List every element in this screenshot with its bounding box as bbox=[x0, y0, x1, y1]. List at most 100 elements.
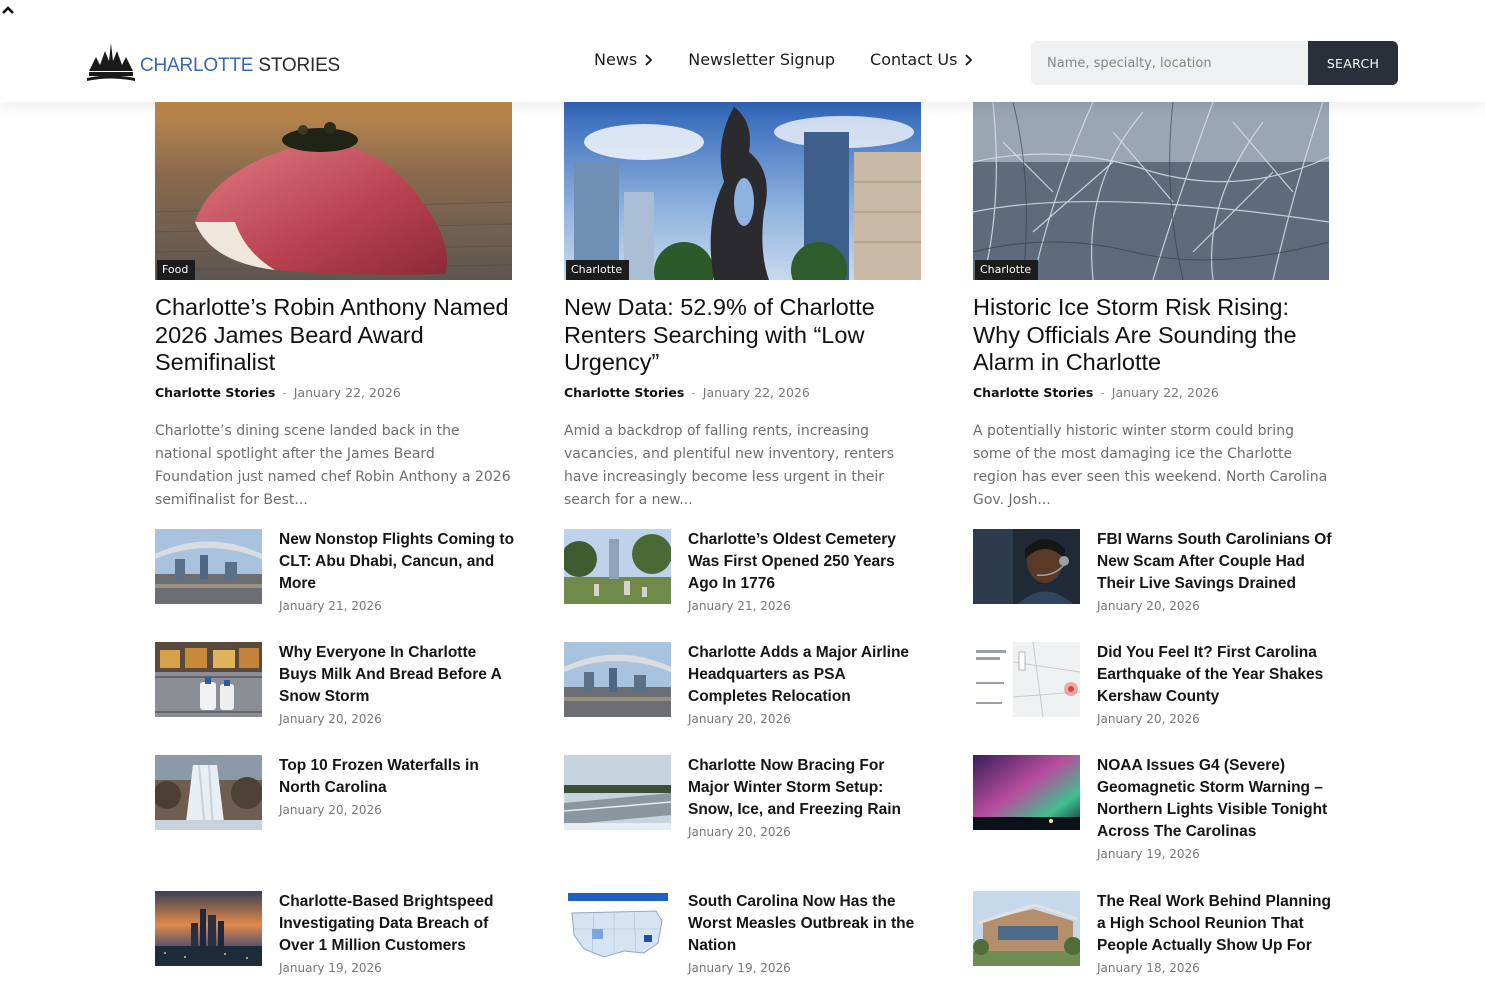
item-date: January 20, 2026 bbox=[1097, 599, 1200, 613]
item-thumbnail[interactable] bbox=[973, 529, 1080, 604]
item-body: South Carolina Now Has the Worst Measles… bbox=[688, 891, 924, 975]
feature-image[interactable]: Food bbox=[155, 102, 512, 280]
school-building-photo bbox=[973, 891, 1080, 966]
item-body: The Real Work Behind Planning a High Sch… bbox=[1097, 891, 1333, 975]
meta-separator: - bbox=[691, 384, 696, 400]
item-body: New Nonstop Flights Coming to CLT: Abu D… bbox=[279, 529, 515, 613]
crown-icon bbox=[87, 43, 135, 81]
feature-excerpt: Amid a backdrop of falling rents, increa… bbox=[564, 422, 894, 508]
item-date: January 21, 2026 bbox=[279, 599, 382, 613]
city-sunset-photo bbox=[155, 891, 262, 966]
nav-item-contact-us[interactable]: Contact Us bbox=[870, 50, 973, 69]
airport-photo bbox=[155, 529, 262, 604]
nav-item-newsletter-signup[interactable]: Newsletter Signup bbox=[688, 50, 835, 69]
item-date: January 19, 2026 bbox=[688, 961, 791, 975]
item-title[interactable]: Top 10 Frozen Waterfalls in North Caroli… bbox=[279, 755, 515, 799]
item-date: January 20, 2026 bbox=[1097, 712, 1200, 726]
item-thumbnail[interactable] bbox=[155, 891, 262, 966]
item-date: January 19, 2026 bbox=[1097, 847, 1200, 861]
item-date: January 20, 2026 bbox=[279, 712, 382, 726]
item-title[interactable]: Charlotte’s Oldest Cemetery Was First Op… bbox=[688, 529, 924, 595]
feature-card[interactable]: Food Charlotte’s Robin Anthony Named 202… bbox=[155, 102, 512, 512]
nav-item-label: News bbox=[594, 50, 638, 69]
item-thumbnail[interactable] bbox=[564, 529, 671, 604]
post-date: January 22, 2026 bbox=[1111, 384, 1219, 400]
item-thumbnail[interactable] bbox=[564, 755, 671, 830]
item-date: January 21, 2026 bbox=[688, 599, 791, 613]
item-body: Charlotte-Based Brightspeed Investigatin… bbox=[279, 891, 515, 975]
feature-image[interactable]: Charlotte bbox=[973, 102, 1330, 280]
item-title[interactable]: South Carolina Now Has the Worst Measles… bbox=[688, 891, 924, 957]
item-thumbnail[interactable] bbox=[564, 642, 671, 717]
item-title[interactable]: New Nonstop Flights Coming to CLT: Abu D… bbox=[279, 529, 515, 595]
item-thumbnail[interactable] bbox=[973, 755, 1080, 830]
feature-title[interactable]: Charlotte’s Robin Anthony Named 2026 Jam… bbox=[155, 294, 512, 377]
feature-card[interactable]: Charlotte Historic Ice Storm Risk Rising… bbox=[973, 102, 1330, 512]
item-thumbnail[interactable] bbox=[973, 891, 1080, 966]
item-thumbnail[interactable] bbox=[564, 891, 671, 966]
nav-item-label: Contact Us bbox=[870, 50, 958, 69]
post-meta: Charlotte Stories - January 22, 2026 bbox=[973, 385, 1330, 400]
snowy-highway-photo bbox=[564, 755, 671, 830]
feature-title[interactable]: New Data: 52.9% of Charlotte Renters Sea… bbox=[564, 294, 921, 377]
category-badge[interactable]: Charlotte bbox=[566, 260, 630, 280]
call-center-photo bbox=[973, 529, 1080, 604]
logo-word-charlotte: CHARLOTTE bbox=[140, 55, 254, 76]
search-input[interactable] bbox=[1031, 41, 1308, 85]
item-title[interactable]: Charlotte-Based Brightspeed Investigatin… bbox=[279, 891, 515, 957]
sculpture-skyline-photo bbox=[564, 102, 921, 280]
frozen-waterfall-photo bbox=[155, 755, 262, 830]
author-link[interactable]: Charlotte Stories bbox=[973, 385, 1093, 400]
search-button[interactable]: SEARCH bbox=[1308, 41, 1398, 85]
item-thumbnail[interactable] bbox=[155, 755, 262, 830]
item-body: Charlotte Now Bracing For Major Winter S… bbox=[688, 755, 924, 839]
item-title[interactable]: Charlotte Now Bracing For Major Winter S… bbox=[688, 755, 924, 821]
item-title[interactable]: FBI Warns South Carolinians Of New Scam … bbox=[1097, 529, 1333, 595]
item-date: January 20, 2026 bbox=[688, 712, 791, 726]
search-form: SEARCH bbox=[1031, 41, 1398, 85]
feature-title[interactable]: Historic Ice Storm Risk Rising: Why Offi… bbox=[973, 294, 1330, 377]
item-date: January 20, 2026 bbox=[688, 825, 791, 839]
item-body: Top 10 Frozen Waterfalls in North Caroli… bbox=[279, 755, 515, 817]
logo-text: CHARLOTTE STORIES bbox=[140, 55, 340, 77]
item-body: Did You Feel It? First Carolina Earthqua… bbox=[1097, 642, 1333, 726]
site-header: CHARLOTTE STORIES News Newsletter Signup… bbox=[0, 0, 1485, 102]
meta-separator: - bbox=[1100, 384, 1105, 400]
item-title[interactable]: Did You Feel It? First Carolina Earthqua… bbox=[1097, 642, 1333, 708]
item-title[interactable]: NOAA Issues G4 (Severe) Geomagnetic Stor… bbox=[1097, 755, 1333, 843]
item-title[interactable]: Charlotte Adds a Major Airline Headquart… bbox=[688, 642, 924, 708]
item-thumbnail[interactable] bbox=[973, 642, 1080, 717]
item-thumbnail[interactable] bbox=[155, 642, 262, 717]
feature-card[interactable]: Charlotte New Data: 52.9% of Charlotte R… bbox=[564, 102, 921, 512]
item-body: NOAA Issues G4 (Severe) Geomagnetic Stor… bbox=[1097, 755, 1333, 861]
earthquake-map-photo bbox=[973, 642, 1080, 717]
item-thumbnail[interactable] bbox=[155, 529, 262, 604]
nav-item-news[interactable]: News bbox=[594, 50, 653, 69]
feature-excerpt: Charlotte’s dining scene landed back in … bbox=[155, 422, 511, 508]
item-title[interactable]: The Real Work Behind Planning a High Sch… bbox=[1097, 891, 1333, 957]
chevron-right-icon bbox=[645, 53, 653, 66]
item-title[interactable]: Why Everyone In Charlotte Buys Milk And … bbox=[279, 642, 515, 708]
item-date: January 20, 2026 bbox=[279, 803, 382, 817]
chevron-right-icon bbox=[965, 53, 973, 66]
item-body: Charlotte Adds a Major Airline Headquart… bbox=[688, 642, 924, 726]
airport-photo bbox=[564, 642, 671, 717]
feature-image[interactable]: Charlotte bbox=[564, 102, 921, 280]
author-link[interactable]: Charlotte Stories bbox=[155, 385, 275, 400]
post-meta: Charlotte Stories - January 22, 2026 bbox=[155, 385, 512, 400]
post-date: January 22, 2026 bbox=[293, 384, 401, 400]
feature-excerpt: A potentially historic winter storm coul… bbox=[973, 422, 1328, 508]
post-meta: Charlotte Stories - January 22, 2026 bbox=[564, 385, 921, 400]
site-logo[interactable]: CHARLOTTE STORIES bbox=[86, 40, 340, 84]
logo-word-stories: STORIES bbox=[258, 55, 341, 76]
main-nav: News Newsletter Signup Contact Us bbox=[594, 50, 1008, 69]
ice-trees-photo bbox=[973, 102, 1329, 280]
caret-up-icon[interactable] bbox=[1, 3, 15, 17]
item-body: Charlotte’s Oldest Cemetery Was First Op… bbox=[688, 529, 924, 613]
category-badge[interactable]: Food bbox=[157, 260, 196, 280]
nav-item-label: Newsletter Signup bbox=[688, 50, 836, 69]
item-body: FBI Warns South Carolinians Of New Scam … bbox=[1097, 529, 1333, 613]
category-badge[interactable]: Charlotte bbox=[975, 260, 1039, 280]
item-body: Why Everyone In Charlotte Buys Milk And … bbox=[279, 642, 515, 726]
author-link[interactable]: Charlotte Stories bbox=[564, 385, 684, 400]
